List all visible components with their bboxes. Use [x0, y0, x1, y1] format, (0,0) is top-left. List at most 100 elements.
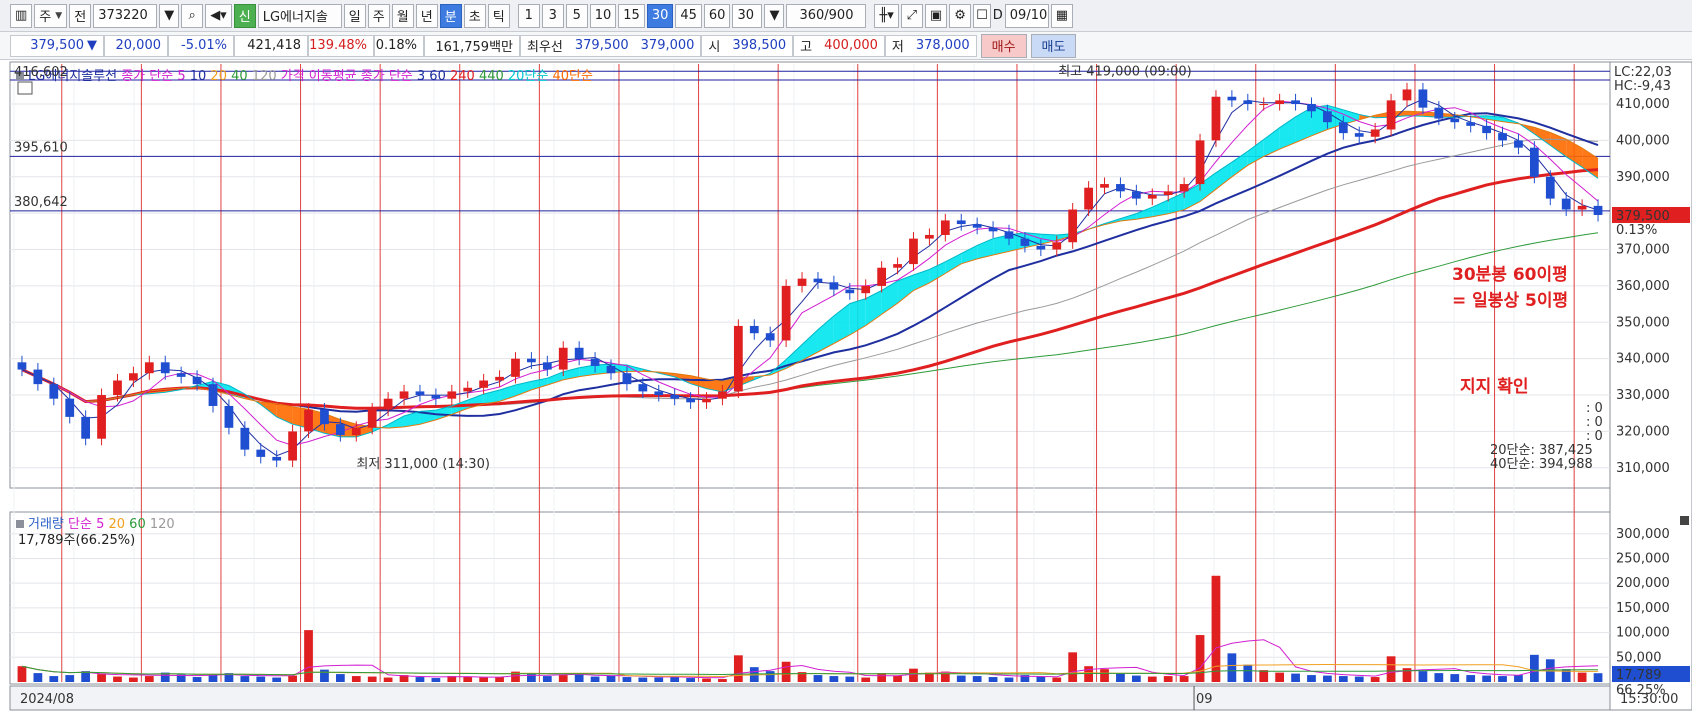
candle-body [877, 267, 887, 286]
candle-body [1307, 104, 1316, 112]
volume-bar [208, 675, 218, 682]
time-readout: 15:30:00 [1620, 692, 1678, 707]
volume-bar [320, 669, 329, 682]
date-input[interactable]: 09/10 [1004, 3, 1049, 28]
candle-body [702, 398, 711, 403]
legend-entry: 5 [177, 69, 189, 84]
tab-minute-45[interactable]: 45 [675, 3, 702, 28]
candle-body [670, 395, 680, 399]
volume-bar [17, 666, 27, 682]
candle-body [925, 234, 934, 239]
tab-minute-10[interactable]: 10 [589, 3, 617, 28]
legend-entry: 종가 단순 [121, 69, 177, 84]
volume-bar [272, 677, 282, 682]
volume-bar [1195, 635, 1205, 682]
volume-bar [622, 677, 632, 682]
legend-entry: 거래량 [28, 517, 68, 532]
volume-bar [1466, 675, 1476, 682]
volume-bar [49, 676, 59, 682]
candle-body [1418, 89, 1428, 108]
trade-amount: 161,759백만 [424, 34, 520, 57]
new-badge[interactable]: 신 [233, 3, 256, 28]
volume-bar [495, 677, 504, 682]
prev-button[interactable]: 전 [69, 3, 92, 28]
tab-period-week[interactable]: 주 [367, 3, 390, 28]
tab-period-tick[interactable]: 틱 [487, 3, 510, 28]
annotation-line-1: 30분봉 60이평 [1452, 265, 1568, 285]
tab-minute-1[interactable]: 1 [517, 3, 540, 28]
candle-body [1466, 122, 1476, 126]
count-total: /900 [824, 8, 854, 23]
tab-period-year[interactable]: 년 [415, 3, 438, 28]
volume-pane-close-icon[interactable] [1680, 516, 1689, 525]
tab-period-month[interactable]: 월 [391, 3, 414, 28]
open-label: 시 [701, 34, 727, 57]
legend-entry: 5 [96, 517, 108, 532]
candle-body [574, 347, 584, 359]
current-price-axis-label: 379,500 [1616, 209, 1670, 224]
volume-bar [686, 678, 695, 682]
candle-body [224, 405, 234, 428]
search-icon[interactable]: ⌕ [181, 3, 204, 28]
calendar-icon[interactable]: ▦ [1050, 3, 1074, 28]
candle-body [208, 384, 218, 406]
volume-bar [1131, 675, 1141, 682]
volume-bar [1498, 676, 1507, 682]
candle-body [1147, 194, 1157, 199]
minute-dropdown-icon[interactable]: ▼ [764, 3, 785, 28]
volume-bar [702, 678, 711, 682]
ma20-readout: 20단순: 387,425 [1490, 443, 1593, 458]
volume-bar [861, 677, 871, 682]
chart-svg[interactable]: 410,000400,000390,000380,000370,000360,0… [0, 60, 1692, 724]
period-combo[interactable]: 주 ▼ [34, 3, 68, 28]
sell-button[interactable]: 매도 [1030, 33, 1077, 58]
legend-entry: 60 [429, 69, 450, 84]
level-label-3: 380,642 [14, 195, 68, 210]
candle-body [1036, 245, 1046, 250]
volume-bar [335, 674, 345, 682]
candle-body [829, 282, 839, 290]
volume-bar [33, 673, 43, 682]
price-tick-label: 320,000 [1616, 424, 1670, 439]
candle-body [367, 409, 377, 428]
candle-body [1529, 147, 1539, 177]
legend-entry: 40 [231, 69, 252, 84]
candle-body [845, 289, 855, 294]
d-checkbox[interactable]: ☐ [973, 3, 991, 28]
period-combo-value: 주 [39, 10, 52, 25]
volume-pane-frame [9, 511, 1611, 685]
minute-combo[interactable]: 30 [732, 3, 763, 28]
tab-minute-5[interactable]: 5 [565, 3, 588, 28]
volume-legend-toggle-icon[interactable] [16, 520, 24, 528]
volume-bar [1116, 673, 1125, 682]
chart-area[interactable]: 410,000400,000390,000380,000370,000360,0… [0, 60, 1692, 724]
tab-minute-3[interactable]: 3 [541, 3, 564, 28]
layout-icon[interactable]: ▥ [10, 3, 33, 28]
tab-minute-15[interactable]: 15 [618, 3, 645, 28]
tab-period-day[interactable]: 일 [343, 3, 366, 28]
count-field[interactable]: 360/900 [786, 3, 867, 28]
candle-type-icon[interactable]: ╫▾ [874, 3, 899, 28]
buy-button[interactable]: 매수 [980, 33, 1027, 58]
price-pane-frame [9, 61, 1611, 489]
candle-body [1084, 187, 1093, 210]
candle-body [415, 391, 425, 396]
code-input[interactable]: 373220 [93, 3, 158, 28]
tab-minute-60[interactable]: 60 [703, 3, 731, 28]
speaker-icon[interactable]: ◀▾ [205, 3, 232, 28]
tab-period-minute[interactable]: 분 [439, 3, 462, 28]
save-icon[interactable]: ▣ [924, 3, 948, 28]
candle-body [1323, 111, 1332, 123]
level-label-2: 395,610 [14, 140, 68, 155]
current-price: 379,500 ▼ [10, 34, 104, 57]
stock-name[interactable]: LG에너지솔 [257, 3, 342, 28]
volume-bar [129, 677, 138, 682]
gear-icon[interactable]: ⚙ [949, 3, 972, 28]
volume-legend-text: 거래량 단순 5 20 60 120 [28, 517, 175, 532]
high-value: 400,000 [818, 34, 885, 57]
candle-body [17, 362, 27, 370]
tab-minute-30[interactable]: 30 [646, 3, 674, 28]
code-dropdown-icon[interactable]: ▼ [159, 3, 180, 28]
tab-period-second[interactable]: 초 [463, 3, 486, 28]
draw-tool-icon[interactable]: ⤢ [900, 3, 923, 28]
